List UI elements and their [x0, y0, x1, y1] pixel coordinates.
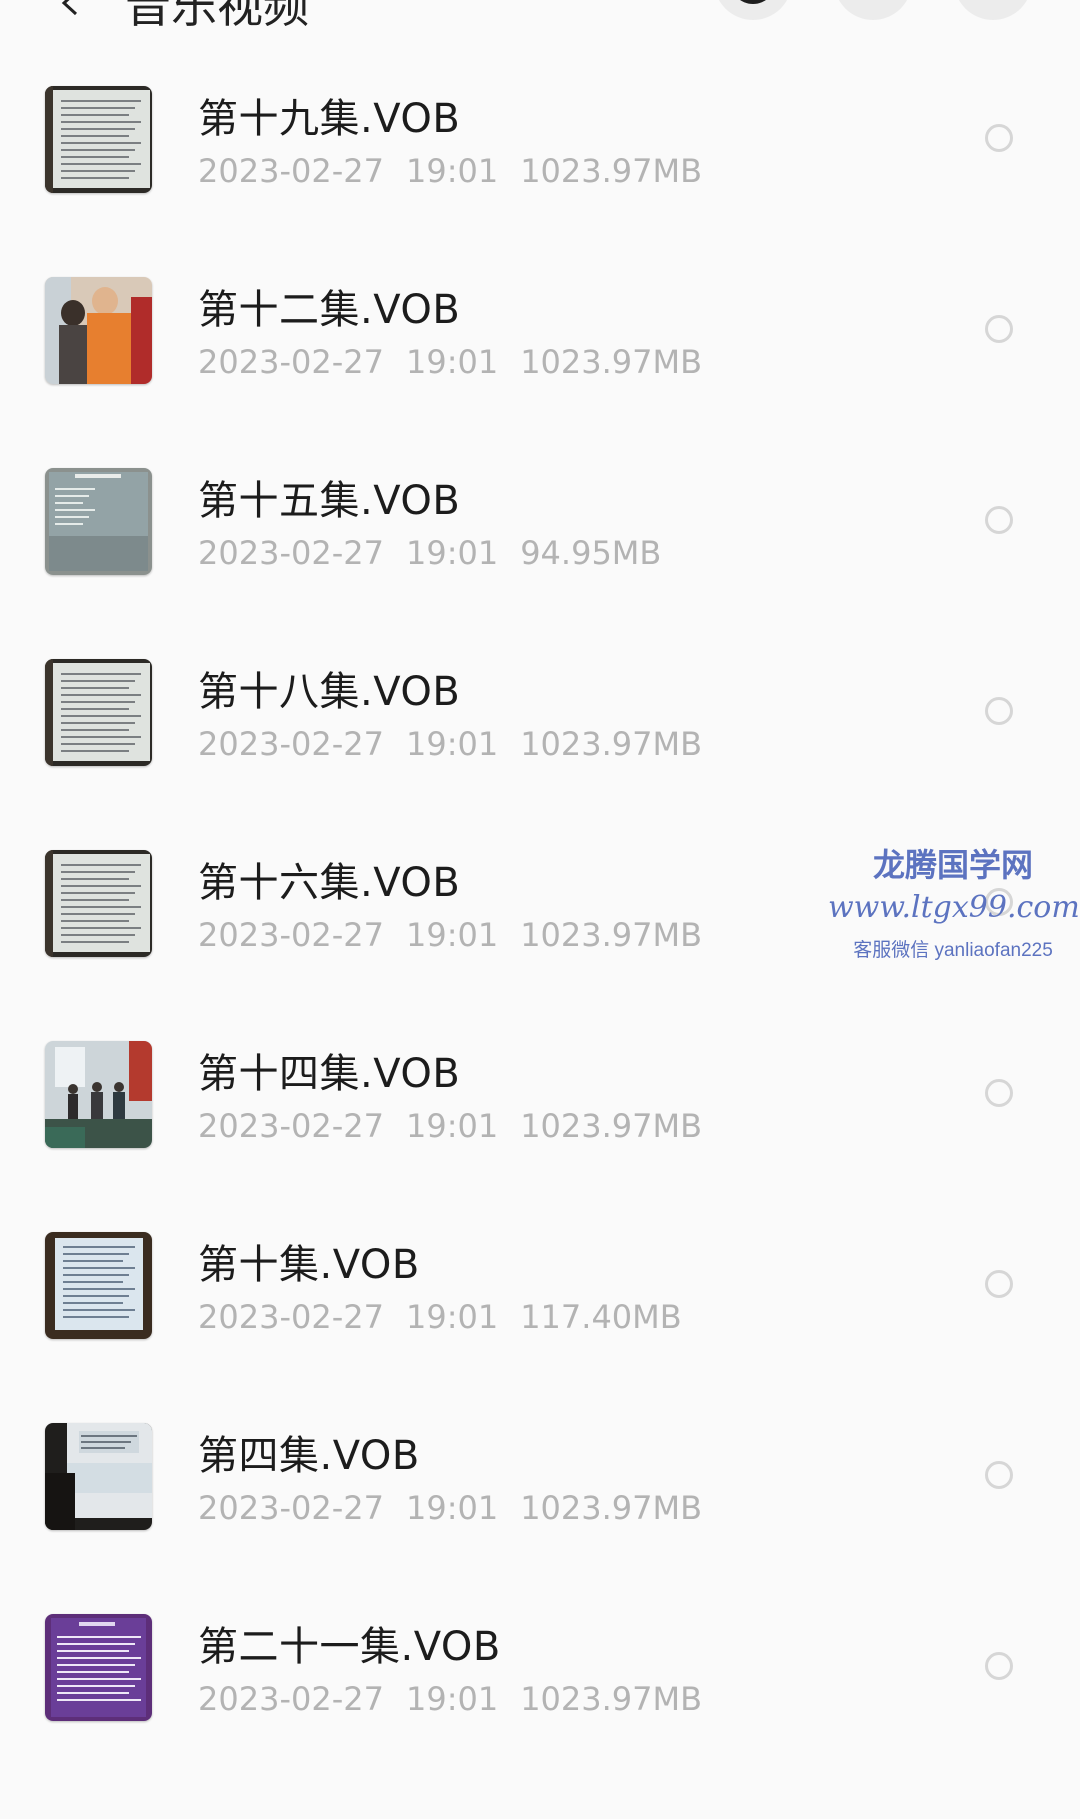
select-radio[interactable]: [985, 1270, 1013, 1298]
file-time: 19:01: [405, 152, 499, 190]
file-row[interactable]: 第十集.VOB 2023-02-27 19:01 117.40MB: [0, 1194, 1080, 1385]
video-thumbnail: [45, 1614, 152, 1721]
file-meta: 2023-02-27 19:01 1023.97MB: [198, 152, 724, 190]
file-meta: 2023-02-27 19:01 1023.97MB: [198, 725, 724, 763]
file-size: 1023.97MB: [520, 343, 703, 381]
file-row[interactable]: 第四集.VOB 2023-02-27 19:01 1023.97MB: [0, 1385, 1080, 1576]
file-meta: 2023-02-27 19:01 1023.97MB: [198, 1489, 724, 1527]
file-row[interactable]: 第十九集.VOB 2023-02-27 19:01 1023.97MB: [0, 48, 1080, 239]
file-name: 第二十一集.VOB: [198, 1624, 501, 1670]
file-time: 19:01: [405, 1489, 499, 1527]
file-name: 第十集.VOB: [198, 1242, 420, 1288]
top-action-button-2[interactable]: [834, 0, 912, 20]
file-date: 2023-02-27: [198, 1298, 384, 1336]
action-dot-icon: [730, 0, 776, 4]
top-action-button-1[interactable]: [714, 0, 792, 20]
file-name: 第四集.VOB: [198, 1433, 420, 1479]
file-time: 19:01: [405, 1680, 499, 1718]
file-date: 2023-02-27: [198, 1107, 384, 1145]
file-date: 2023-02-27: [198, 534, 384, 572]
file-meta: 2023-02-27 19:01 1023.97MB: [198, 1107, 724, 1145]
file-name: 第十八集.VOB: [198, 669, 461, 715]
watermark-title: 龙腾国学网: [872, 846, 1033, 884]
file-time: 19:01: [405, 534, 499, 572]
file-date: 2023-02-27: [198, 1489, 384, 1527]
file-date: 2023-02-27: [198, 725, 384, 763]
select-radio[interactable]: [985, 506, 1013, 534]
video-thumbnail: [45, 277, 152, 384]
file-date: 2023-02-27: [198, 916, 384, 954]
file-row[interactable]: 第十二集.VOB 2023-02-27 19:01 1023.97MB: [0, 239, 1080, 430]
file-name: 第十四集.VOB: [198, 1051, 461, 1097]
file-size: 117.40MB: [520, 1298, 682, 1336]
select-radio[interactable]: [985, 1461, 1013, 1489]
file-list-screen: 音乐视频 第十九集.VOB 2023-02-27 19:01 1023.97MB 第十二…: [0, 0, 1080, 1819]
file-date: 2023-02-27: [198, 1680, 384, 1718]
file-time: 19:01: [405, 343, 499, 381]
select-radio[interactable]: [985, 124, 1013, 152]
file-row[interactable]: 第十八集.VOB 2023-02-27 19:01 1023.97MB: [0, 621, 1080, 812]
file-size: 1023.97MB: [520, 916, 703, 954]
select-radio[interactable]: [985, 1652, 1013, 1680]
file-date: 2023-02-27: [198, 343, 384, 381]
file-name: 第十二集.VOB: [198, 287, 461, 333]
select-radio[interactable]: [985, 697, 1013, 725]
file-time: 19:01: [405, 1298, 499, 1336]
file-row[interactable]: 第二十一集.VOB 2023-02-27 19:01 1023.97MB: [0, 1576, 1080, 1767]
file-meta: 2023-02-27 19:01 1023.97MB: [198, 916, 724, 954]
top-bar: 音乐视频: [0, 0, 1080, 33]
file-time: 19:01: [405, 916, 499, 954]
select-radio[interactable]: [985, 1079, 1013, 1107]
select-radio[interactable]: [985, 315, 1013, 343]
file-meta: 2023-02-27 19:01 1023.97MB: [198, 343, 724, 381]
watermark-contact: 客服微信 yanliaofan225: [853, 940, 1053, 961]
file-size: 94.95MB: [520, 534, 662, 572]
page-title: 音乐视频: [125, 0, 309, 33]
file-size: 1023.97MB: [520, 725, 703, 763]
video-thumbnail: [45, 86, 152, 193]
file-size: 1023.97MB: [520, 1489, 703, 1527]
file-row[interactable]: 第十五集.VOB 2023-02-27 19:01 94.95MB: [0, 430, 1080, 621]
file-time: 19:01: [405, 725, 499, 763]
file-name: 第十九集.VOB: [198, 96, 461, 142]
file-name: 第十六集.VOB: [198, 860, 461, 906]
file-date: 2023-02-27: [198, 152, 384, 190]
file-meta: 2023-02-27 19:01 94.95MB: [198, 534, 683, 572]
file-name: 第十五集.VOB: [198, 478, 461, 524]
watermark-url: www.ltgx99.com: [828, 890, 1080, 925]
video-thumbnail: [45, 1232, 152, 1339]
back-arrow-icon[interactable]: [56, 0, 86, 18]
watermark: 龙腾国学网 www.ltgx99.com 客服微信 yanliaofan225: [828, 840, 1080, 962]
top-action-button-3[interactable]: [954, 0, 1032, 20]
video-thumbnail: [45, 468, 152, 575]
video-thumbnail: [45, 659, 152, 766]
file-size: 1023.97MB: [520, 152, 703, 190]
file-meta: 2023-02-27 19:01 117.40MB: [198, 1298, 704, 1336]
file-meta: 2023-02-27 19:01 1023.97MB: [198, 1680, 724, 1718]
video-thumbnail: [45, 850, 152, 957]
file-row[interactable]: 第十四集.VOB 2023-02-27 19:01 1023.97MB: [0, 1003, 1080, 1194]
video-thumbnail: [45, 1041, 152, 1148]
file-size: 1023.97MB: [520, 1107, 703, 1145]
file-time: 19:01: [405, 1107, 499, 1145]
file-size: 1023.97MB: [520, 1680, 703, 1718]
video-thumbnail: [45, 1423, 152, 1530]
